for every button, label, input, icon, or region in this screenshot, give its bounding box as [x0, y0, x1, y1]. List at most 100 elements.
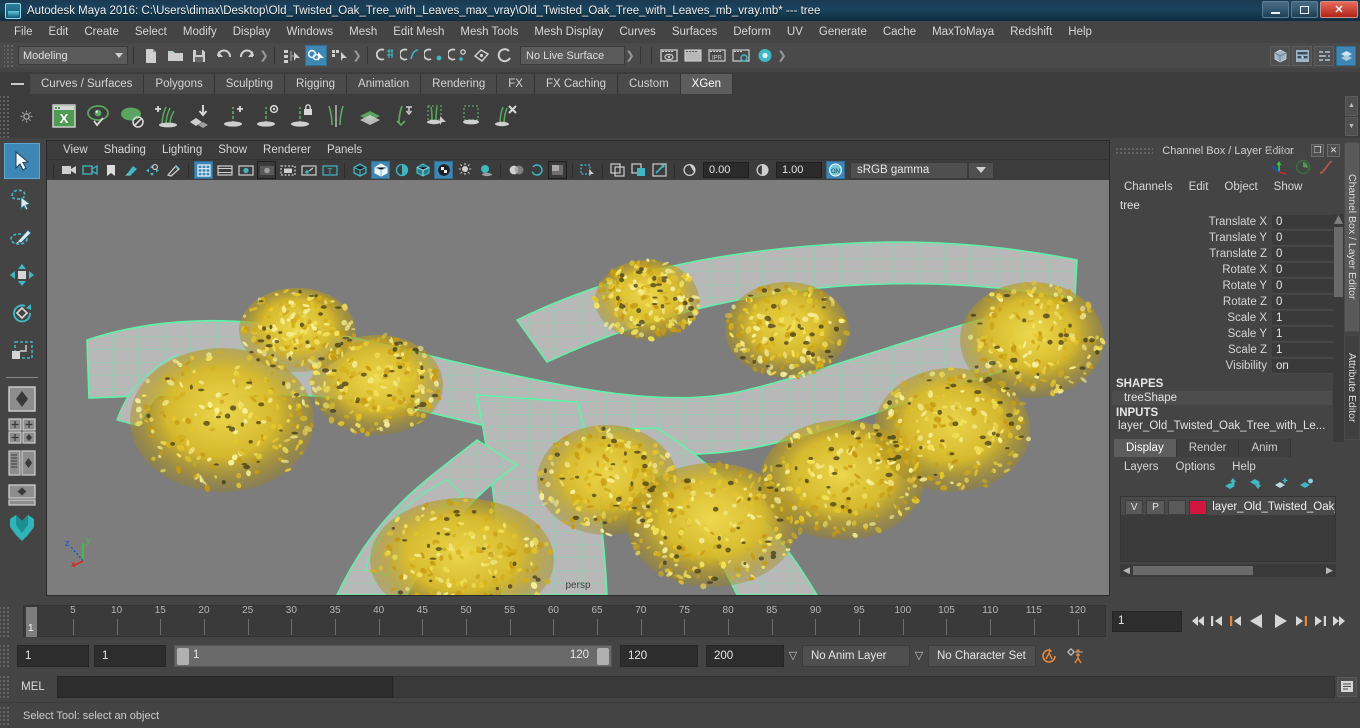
display-layer-row[interactable]: VPlayer_Old_Twisted_Oak_T [1121, 497, 1335, 515]
layer-color-swatch[interactable] [1189, 500, 1207, 515]
add-description-icon[interactable] [149, 98, 183, 134]
range-slider-grip[interactable] [0, 643, 9, 668]
xray-active-components-icon[interactable]: T [320, 161, 339, 179]
snap-to-view-plane-icon[interactable] [470, 45, 492, 66]
channel-box-menu-edit[interactable]: Edit [1189, 181, 1209, 193]
auto-keyframe-icon[interactable] [1036, 647, 1062, 665]
play-backwards-icon[interactable] [1247, 611, 1267, 631]
channel-speed-icon[interactable] [1295, 159, 1311, 178]
mirror-guide-icon[interactable] [319, 98, 353, 134]
display-layer-list[interactable]: VPlayer_Old_Twisted_Oak_T [1120, 496, 1336, 562]
snap-to-live-surface-icon[interactable] [494, 45, 516, 66]
dock-tab-channel-box[interactable]: Channel Box / Layer Editor [1344, 142, 1360, 332]
shelf-tab-custom[interactable]: Custom [618, 74, 681, 94]
menu-modify[interactable]: Modify [175, 24, 225, 40]
select-by-hierarchy-icon[interactable] [281, 45, 303, 66]
snap-to-point-icon[interactable] [422, 45, 444, 66]
convert-to-interactive-icon[interactable] [387, 98, 421, 134]
toolbar-expand-arrow[interactable]: ❯ [777, 46, 787, 65]
channel-box-scrollbar[interactable] [1333, 214, 1344, 442]
show-hide-tool-settings-icon[interactable] [1314, 46, 1334, 66]
smooth-shade-all-icon[interactable] [371, 161, 390, 179]
menu-file[interactable]: File [6, 24, 41, 40]
undock-panel-icon[interactable]: ❐ [1311, 144, 1324, 157]
resolution-gate-icon[interactable] [236, 161, 255, 179]
xray-icon[interactable] [278, 161, 297, 179]
select-camera-icon[interactable] [59, 161, 78, 179]
viewport-menu-renderer[interactable]: Renderer [255, 143, 319, 157]
go-to-end-icon[interactable] [1331, 611, 1347, 631]
shade-options-icon[interactable] [392, 161, 411, 179]
layer-shading-toggle[interactable] [1168, 500, 1186, 515]
show-hide-channel-box-icon[interactable] [1336, 46, 1356, 66]
help-line-grip[interactable] [0, 705, 9, 727]
close-button[interactable]: ✕ [1320, 1, 1358, 18]
menu-redshift[interactable]: Redshift [1002, 24, 1060, 40]
shelf-menu-icon[interactable] [4, 74, 30, 94]
channel-row[interactable]: Translate Y0 [1112, 230, 1344, 246]
menu-windows[interactable]: Windows [278, 24, 341, 40]
play-forwards-icon[interactable] [1270, 611, 1290, 631]
channel-box-menu-object[interactable]: Object [1224, 181, 1257, 193]
redo-icon[interactable] [236, 45, 258, 66]
snap-to-projected-center-icon[interactable] [446, 45, 468, 66]
toolbar-expand-arrow[interactable]: ❯ [352, 46, 362, 65]
gate-mask-icon[interactable] [257, 161, 276, 179]
select-tool-button[interactable] [4, 143, 40, 179]
range-end-handle[interactable] [597, 648, 609, 665]
show-hide-modeling-toolkit-icon[interactable] [1270, 46, 1290, 66]
go-to-start-icon[interactable] [1190, 611, 1206, 631]
wireframe-shading-icon[interactable] [350, 161, 369, 179]
dock-tab-attribute-editor[interactable]: Attribute Editor [1344, 335, 1360, 440]
menu-curves[interactable]: Curves [611, 24, 663, 40]
isolate-select-icon[interactable] [578, 161, 597, 179]
import-collection-icon[interactable] [183, 98, 217, 134]
render-view-icon[interactable] [658, 45, 680, 66]
script-editor-icon[interactable] [1337, 677, 1357, 697]
paint-select-tool-button[interactable] [4, 219, 40, 255]
ssao-icon[interactable] [527, 161, 546, 179]
panel-grip-right[interactable] [1264, 147, 1294, 154]
shelf-scroll-buttons[interactable]: ▲ ▼ [1345, 96, 1358, 136]
channel-box-menu-show[interactable]: Show [1274, 181, 1303, 193]
channel-row[interactable]: Translate X0 [1112, 214, 1344, 230]
show-hide-attribute-editor-icon[interactable] [1292, 46, 1312, 66]
tear-off-copy-icon[interactable] [629, 161, 648, 179]
menu-cache[interactable]: Cache [875, 24, 924, 40]
lasso-select-tool-button[interactable] [4, 181, 40, 217]
panel-grip[interactable] [1115, 147, 1153, 154]
channel-curve-icon[interactable] [1318, 159, 1334, 178]
move-layer-up-icon[interactable] [1224, 477, 1239, 493]
channel-row[interactable]: Rotate X0 [1112, 262, 1344, 278]
anim-start-time-field[interactable]: 1 [17, 645, 89, 667]
layer-menu-help[interactable]: Help [1232, 461, 1256, 473]
viewport-menu-show[interactable]: Show [210, 143, 255, 157]
menu-surfaces[interactable]: Surfaces [664, 24, 725, 40]
lock-guide-icon[interactable] [285, 98, 319, 134]
layer-editor-tab-display[interactable]: Display [1114, 439, 1177, 457]
command-language-label[interactable]: MEL [9, 681, 57, 693]
scroll-left-icon[interactable]: ◀ [1120, 565, 1133, 576]
menu-mesh-display[interactable]: Mesh Display [526, 24, 611, 40]
new-layer-from-selected-icon[interactable] [1299, 477, 1314, 493]
shelf-tab-fx[interactable]: FX [497, 74, 535, 94]
grease-pencil-icon[interactable] [164, 161, 183, 179]
xray-joints-icon[interactable] [299, 161, 318, 179]
shelf-tab-animation[interactable]: Animation [347, 74, 421, 94]
menu-generate[interactable]: Generate [811, 24, 875, 40]
command-input-field[interactable] [57, 676, 393, 698]
anim-layer-selector[interactable]: No Anim Layer [802, 645, 910, 667]
new-scene-icon[interactable] [140, 45, 162, 66]
guide-display-icon[interactable] [251, 98, 285, 134]
animation-preferences-icon[interactable] [1062, 647, 1088, 665]
select-guides-icon[interactable] [421, 98, 455, 134]
four-view-layout-icon[interactable] [4, 416, 40, 446]
channel-box-menu-channels[interactable]: Channels [1124, 181, 1173, 193]
anim-layer-chevron-down-icon[interactable]: ▽ [784, 649, 802, 662]
persp-layout-icon[interactable] [4, 480, 40, 510]
color-management-chevron-down-icon[interactable] [968, 162, 994, 179]
layer-name[interactable]: layer_Old_Twisted_Oak_T [1212, 501, 1335, 513]
shadows-icon[interactable] [476, 161, 495, 179]
move-tool-button[interactable] [4, 257, 40, 293]
save-scene-icon[interactable] [188, 45, 210, 66]
